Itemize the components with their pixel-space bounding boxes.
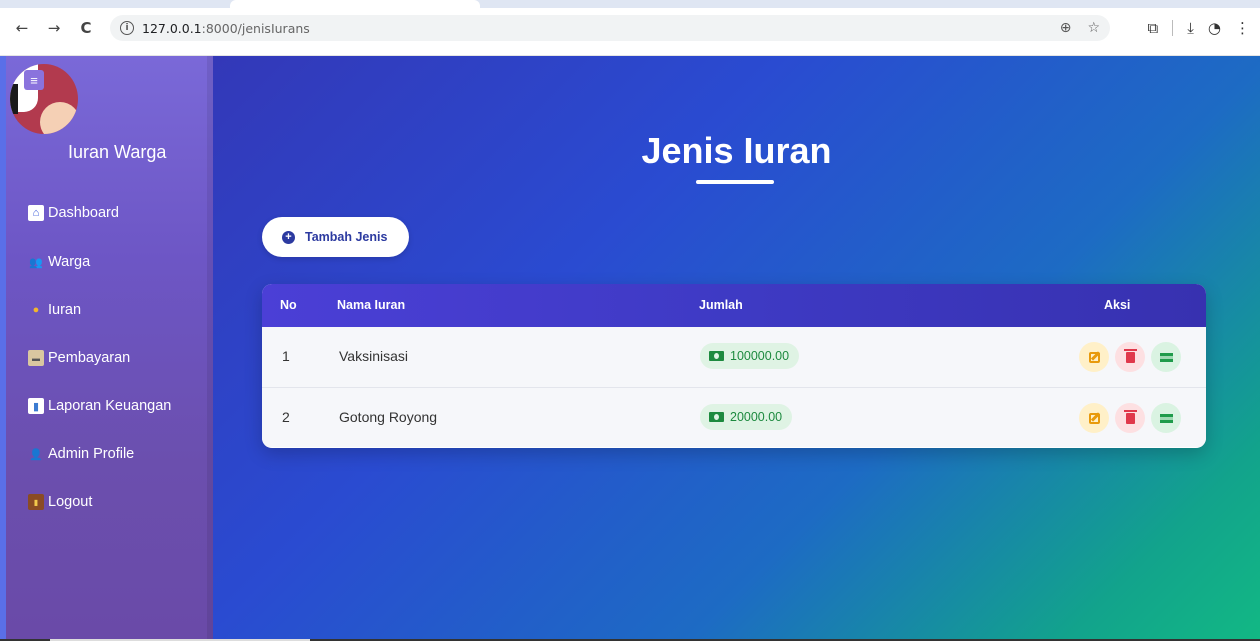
reload-icon[interactable]: C [76, 18, 96, 38]
edit-button[interactable] [1079, 342, 1109, 372]
star-icon[interactable]: ☆ [1087, 20, 1100, 36]
credit-card-icon [1159, 413, 1173, 423]
cash-icon [709, 351, 724, 361]
amount-value: 100000.00 [730, 349, 790, 363]
row-nama: Gotong Royong [339, 409, 438, 425]
delete-button[interactable] [1115, 403, 1145, 433]
url-host: 127.0.0.1 [142, 20, 202, 36]
money-bag-icon: ● [32, 304, 40, 316]
users-icon: 👥 [29, 256, 43, 269]
row-number: 2 [282, 409, 290, 425]
row-number: 1 [282, 348, 290, 364]
sidebar-item-admin-profile[interactable]: 👤 Admin Profile [28, 443, 134, 465]
extensions-icon[interactable]: ⧉ [1148, 19, 1159, 37]
edit-icon [1088, 351, 1100, 363]
trash-icon [1123, 348, 1137, 363]
sidebar-item-logout[interactable]: ▮ Logout [28, 491, 92, 513]
sidebar-item-warga[interactable]: 👥 Warga [28, 251, 90, 273]
sidebar-item-label: Laporan Keuangan [48, 398, 172, 414]
avatar [10, 64, 78, 134]
iuran-table: No Nama Iuran Jumlah Aksi 1 Vaksinisasi … [262, 284, 1206, 448]
add-jenis-button[interactable]: + Tambah Jenis [262, 217, 409, 257]
sidebar-item-label: Pembayaran [48, 350, 131, 366]
door-icon: ▮ [28, 494, 44, 510]
url-path: :8000/jenisIurans [201, 20, 310, 36]
title-underline [696, 180, 774, 184]
amount-badge: 20000.00 [700, 404, 793, 430]
sidebar-item-iuran[interactable]: ● Iuran [28, 299, 81, 321]
user-icon: 👤 [29, 448, 43, 461]
row-actions [1079, 342, 1181, 372]
tab-strip [0, 0, 1260, 8]
info-icon[interactable]: i [120, 21, 134, 35]
table-header: No Nama Iuran Jumlah Aksi [262, 284, 1206, 327]
download-icon[interactable]: ⤓ [1187, 19, 1194, 37]
sidebar-item-label: Dashboard [48, 205, 119, 221]
row-actions [1079, 403, 1181, 433]
trash-icon [1123, 409, 1137, 424]
column-header-no: No [280, 298, 297, 312]
plus-circle-icon: + [282, 230, 295, 244]
hamburger-menu-icon[interactable]: ≡ [24, 70, 44, 90]
chart-icon: ▮ [28, 398, 44, 414]
home-icon: ⌂ [28, 205, 44, 221]
sidebar-item-label: Admin Profile [48, 446, 135, 462]
sidebar-item-label: Warga [48, 254, 91, 270]
card-icon: ▬ [28, 350, 44, 366]
profile-icon[interactable]: ◔ [1208, 19, 1221, 37]
browser-toolbar: ← → C i 127.0.0.1:8000/jenisIurans ⊕ ☆ ⧉… [0, 0, 1260, 56]
menu-dots-icon[interactable]: ⋮ [1235, 19, 1250, 37]
row-nama: Vaksinisasi [339, 348, 408, 364]
sidebar: ≡ Iuran Warga ⌂ Dashboard 👥 Warga ● Iura… [0, 56, 213, 639]
column-header-aksi: Aksi [1104, 298, 1131, 312]
column-header-jumlah: Jumlah [699, 298, 743, 312]
sidebar-item-pembayaran[interactable]: ▬ Pembayaran [28, 347, 130, 369]
sidebar-item-laporan[interactable]: ▮ Laporan Keuangan [28, 395, 171, 417]
main-content: Jenis Iuran + Tambah Jenis No Nama Iuran… [213, 56, 1260, 639]
toolbar-divider [1172, 20, 1174, 36]
sidebar-item-dashboard[interactable]: ⌂ Dashboard [28, 202, 119, 224]
table-row: 2 Gotong Royong 20000.00 [262, 387, 1206, 447]
edit-button[interactable] [1079, 403, 1109, 433]
zoom-icon[interactable]: ⊕ [1060, 20, 1072, 36]
amount-value: 20000.00 [730, 410, 783, 424]
active-tab[interactable] [230, 0, 480, 8]
sidebar-item-label: Logout [48, 494, 93, 510]
add-button-label: Tambah Jenis [305, 230, 388, 244]
table-row: 1 Vaksinisasi 100000.00 [262, 327, 1206, 387]
pay-button[interactable] [1151, 342, 1181, 372]
delete-button[interactable] [1115, 342, 1145, 372]
pay-button[interactable] [1151, 403, 1181, 433]
credit-card-icon [1159, 352, 1173, 362]
amount-badge: 100000.00 [700, 343, 800, 369]
cash-icon [709, 412, 724, 422]
column-header-nama: Nama Iuran [337, 298, 406, 312]
page-title: Jenis Iuran [641, 130, 832, 171]
address-bar[interactable]: i 127.0.0.1:8000/jenisIurans ⊕ ☆ [110, 15, 1110, 41]
brand-title: Iuran Warga [68, 142, 167, 162]
sidebar-item-label: Iuran [48, 302, 82, 318]
edit-icon [1088, 412, 1100, 424]
forward-icon[interactable]: → [44, 18, 64, 38]
back-icon[interactable]: ← [12, 18, 32, 38]
